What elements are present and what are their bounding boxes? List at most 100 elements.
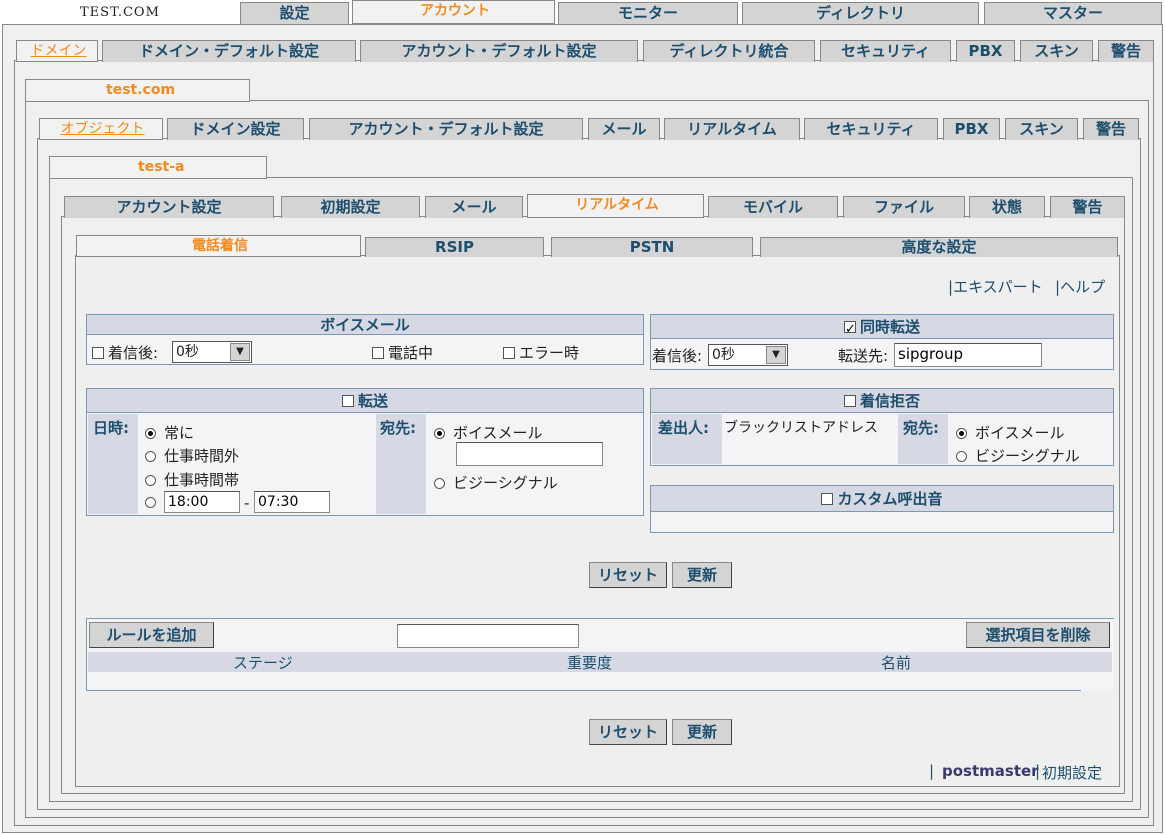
domain-label: TEST.COM xyxy=(80,5,160,20)
simul-dest-input[interactable]: sipgroup xyxy=(894,343,1042,367)
reject-voicemail-radio[interactable] xyxy=(956,428,967,439)
forward-dash: - xyxy=(244,494,250,512)
tab-settings[interactable]: 設定 xyxy=(240,2,349,24)
tab-master[interactable]: マスター xyxy=(984,2,1162,24)
footer-sep-1: | xyxy=(929,762,935,780)
postmaster-link[interactable]: postmaster xyxy=(942,762,1039,780)
ringtone-checkbox[interactable] xyxy=(821,493,834,505)
col-priority[interactable]: 重要度 xyxy=(567,652,612,673)
forward-from-input[interactable]: 18:00 xyxy=(164,491,240,513)
forward-always-label: 常に xyxy=(164,424,195,442)
voicemail-error-checkbox[interactable] xyxy=(503,347,515,359)
forward-busy-label: ビジーシグナル xyxy=(453,474,558,492)
reject-voicemail-label: ボイスメール xyxy=(975,424,1065,442)
tab-obj-security[interactable]: セキュリティ xyxy=(804,118,938,140)
tab-acc-alerts[interactable]: 警告 xyxy=(1050,196,1125,218)
tab-obj-mail[interactable]: メール xyxy=(588,118,660,140)
tab-obj-skin[interactable]: スキン xyxy=(1005,118,1078,140)
tab-acc-realtime[interactable]: リアルタイム xyxy=(527,194,704,218)
update-button-bottom[interactable]: 更新 xyxy=(672,719,732,745)
forward-outside-label: 仕事時間外 xyxy=(164,447,240,465)
delete-selected-button[interactable]: 選択項目を削除 xyxy=(966,622,1110,648)
forward-inside-radio[interactable] xyxy=(145,475,156,486)
voicemail-delay-value: 0秒 xyxy=(176,344,199,360)
ringtone-panel: カスタム呼出音 xyxy=(650,485,1114,533)
expert-link[interactable]: |エキスパート xyxy=(948,276,1043,297)
tab-domain-defaults[interactable]: ドメイン・デフォルト設定 xyxy=(102,40,356,62)
tab-alerts[interactable]: 警告 xyxy=(1098,40,1154,62)
tab-preferences[interactable]: 初期設定 xyxy=(281,196,420,218)
tab-directory-integration[interactable]: ディレクトリ統合 xyxy=(643,40,815,62)
simul-delay-select[interactable]: 0秒 ▼ xyxy=(708,344,788,366)
reject-caller-value[interactable]: ブラックリストアドレス xyxy=(724,417,878,437)
forward-voicemail-radio[interactable] xyxy=(434,428,445,439)
preferences-link[interactable]: 初期設定 xyxy=(1042,762,1102,783)
tab-account-defaults[interactable]: アカウント・デフォルト設定 xyxy=(360,40,638,62)
reject-caller-label: 差出人: xyxy=(658,419,709,437)
tab-obj-pbx[interactable]: PBX xyxy=(943,118,1000,140)
chevron-down-icon: ▼ xyxy=(766,346,786,364)
forward-busy: ビジーシグナル xyxy=(434,472,558,493)
simul-dest-label: 転送先: xyxy=(838,347,889,365)
voicemail-delay-select[interactable]: 0秒 ▼ xyxy=(172,341,252,363)
simul-title-label: 同時転送 xyxy=(859,318,920,336)
reject-dest-label: 宛先: xyxy=(903,419,939,437)
voicemail-after: 着信後: xyxy=(92,342,158,363)
simul-after-label: 着信後: xyxy=(652,347,703,365)
chevron-down-icon: ▼ xyxy=(230,343,250,361)
tab-pstn[interactable]: PSTN xyxy=(551,237,753,257)
tab-monitor[interactable]: モニター xyxy=(558,2,738,24)
tab-objects[interactable]: オブジェクト xyxy=(39,118,163,140)
tab-account[interactable]: アカウント xyxy=(352,0,555,24)
forward-busy-radio[interactable] xyxy=(434,478,445,489)
forward-dest-label: 宛先: xyxy=(380,419,416,437)
domain-name-tab: test.com xyxy=(25,79,250,102)
tab-obj-alerts[interactable]: 警告 xyxy=(1083,118,1139,140)
forward-custom-input[interactable] xyxy=(456,442,603,466)
footer-sep-2: | xyxy=(1035,762,1041,780)
tab-files[interactable]: ファイル xyxy=(843,196,965,218)
voicemail-error: エラー時 xyxy=(503,342,579,363)
forward-time-radio[interactable] xyxy=(145,497,156,508)
reject-voicemail: ボイスメール xyxy=(956,422,1065,443)
tab-account-settings[interactable]: アカウント設定 xyxy=(64,196,274,218)
tab-status[interactable]: 状態 xyxy=(969,196,1045,218)
tab-domain[interactable]: ドメイン xyxy=(16,40,98,62)
reject-checkbox[interactable] xyxy=(843,395,856,407)
rule-name-input[interactable] xyxy=(397,624,579,648)
tab-rsip[interactable]: RSIP xyxy=(365,237,544,257)
voicemail-busy-checkbox[interactable] xyxy=(372,347,384,359)
tab-mobile[interactable]: モバイル xyxy=(708,196,838,218)
tab-advanced[interactable]: 高度な設定 xyxy=(760,237,1118,257)
reset-button[interactable]: リセット xyxy=(589,562,667,588)
help-link[interactable]: |ヘルプ xyxy=(1055,276,1105,297)
col-stage[interactable]: ステージ xyxy=(233,652,293,673)
tab-security[interactable]: セキュリティ xyxy=(820,40,951,62)
tab-pbx[interactable]: PBX xyxy=(956,40,1015,62)
forward-to-input[interactable]: 07:30 xyxy=(254,491,330,513)
reject-busy-label: ビジーシグナル xyxy=(975,447,1080,465)
forward-outside-radio[interactable] xyxy=(145,451,156,462)
simul-checkbox[interactable] xyxy=(843,318,856,342)
tab-skin[interactable]: スキン xyxy=(1020,40,1093,62)
tab-acc-mail[interactable]: メール xyxy=(425,196,523,218)
reject-busy-radio[interactable] xyxy=(956,451,967,462)
tab-domain-settings[interactable]: ドメイン設定 xyxy=(167,118,304,140)
forward-checkbox[interactable] xyxy=(341,395,354,407)
rules-bottom-line xyxy=(86,690,1081,691)
tab-obj-account-defaults[interactable]: アカウント・デフォルト設定 xyxy=(309,118,583,140)
forward-inside-label: 仕事時間帯 xyxy=(164,471,240,489)
col-name[interactable]: 名前 xyxy=(881,652,911,673)
account-name-tab: test-a xyxy=(49,156,267,179)
voicemail-after-checkbox[interactable] xyxy=(92,347,104,359)
voicemail-title: ボイスメール xyxy=(87,315,643,335)
tab-incoming-calls[interactable]: 電話着信 xyxy=(76,235,361,257)
reset-button-bottom[interactable]: リセット xyxy=(589,719,667,745)
forward-title: 転送 xyxy=(87,389,643,413)
add-rule-button[interactable]: ルールを追加 xyxy=(89,622,214,648)
tab-directory[interactable]: ディレクトリ xyxy=(742,2,979,24)
ringtone-title-label: カスタム呼出音 xyxy=(837,490,943,508)
update-button[interactable]: 更新 xyxy=(672,562,732,588)
forward-always-radio[interactable] xyxy=(145,428,156,439)
tab-obj-realtime[interactable]: リアルタイム xyxy=(664,118,800,140)
